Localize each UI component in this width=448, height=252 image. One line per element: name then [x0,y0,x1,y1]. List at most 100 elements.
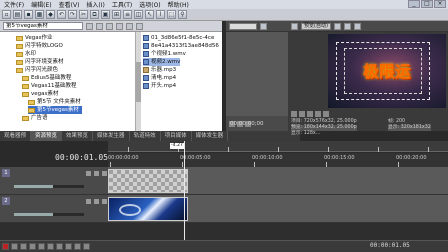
prev-frame-icon[interactable] [291,111,297,117]
pause-icon[interactable] [307,111,313,117]
timeline-ruler[interactable] [108,141,448,152]
tree-item[interactable]: 闪字特效LOGO [16,42,63,50]
start-preview-icon[interactable] [116,22,123,30]
open-icon[interactable]: ▤ [13,10,22,19]
auto-ripple-icon[interactable]: ≡ [123,10,132,19]
render-icon[interactable]: ◆ [46,10,55,19]
copy-snapshot-icon[interactable] [343,22,351,30]
save-snapshot-icon[interactable] [353,22,361,30]
play-icon[interactable] [29,243,36,250]
undo-icon[interactable]: ↶ [57,10,66,19]
track-header-2[interactable]: 2 [0,195,108,223]
minimize-button[interactable]: _ [408,0,420,8]
next-frame-icon[interactable] [83,243,90,250]
explorer-path-field[interactable]: 第5节vegas素材 [3,22,83,30]
menu-tools[interactable]: 工具(T) [112,0,132,9]
cut-icon[interactable]: ✂ [79,10,88,19]
tree-item[interactable]: 广告语 [22,114,48,122]
file-item[interactable]: 开头.mp4 [143,82,176,90]
close-button[interactable]: × [434,0,446,8]
tab-transitions[interactable]: 效果预览 [62,131,94,141]
tab-track-fx[interactable]: 轨道特效 [130,131,161,141]
next-frame-icon[interactable] [323,111,329,117]
trimmer-dropdown[interactable] [229,22,257,30]
mute-icon[interactable] [86,199,91,204]
go-to-start-icon[interactable] [56,243,63,250]
zoom-edit-icon[interactable]: ⚲ [178,10,187,19]
file-item[interactable]: 清电.mp4 [143,74,176,82]
views-icon[interactable] [136,22,143,30]
tree-item[interactable]: 闪字环境变素材 [16,58,64,66]
prev-frame-icon[interactable] [74,243,81,250]
maximize-button[interactable]: □ [421,0,433,8]
pause-icon[interactable] [38,243,45,250]
preview-settings-icon[interactable] [291,22,298,30]
file-item[interactable]: 个视频1.wmv [143,50,186,58]
tab-explorer[interactable]: 资源预览 [31,131,63,141]
redo-icon[interactable]: ↷ [68,10,77,19]
loop-icon[interactable] [11,243,18,250]
stop-icon[interactable] [47,243,54,250]
tab-trimmer[interactable]: 观看器预 [0,131,32,141]
add-to-project-icon[interactable] [106,22,113,30]
track-2[interactable] [108,195,448,223]
menu-file[interactable]: 文件(F) [4,0,24,9]
track-1[interactable] [108,167,448,195]
copy-icon[interactable]: ⧉ [90,10,99,19]
file-item[interactable]: 乐器.mp3 [143,66,176,74]
properties-icon[interactable]: ▦ [35,10,44,19]
tree-item[interactable]: Vegas11基础教程 [22,82,76,90]
track-header-1[interactable]: 1 [0,167,108,195]
track-fx-icon[interactable] [102,171,107,176]
paste-icon[interactable]: ▣ [101,10,110,19]
track-fx-icon[interactable] [102,199,107,204]
playhead-cursor[interactable] [184,141,185,241]
video-clip-background[interactable] [108,197,188,221]
tree-item[interactable]: Edius5基础教程 [22,74,71,82]
tab-media-generators[interactable]: 媒体发生器 [192,131,229,141]
file-item[interactable]: 01_3d86e5f1-8e5c-4ce [143,34,214,42]
tree-item[interactable]: vegas素材 [22,90,58,98]
normal-edit-icon[interactable]: ↖ [145,10,154,19]
up-folder-icon[interactable] [86,22,93,30]
menu-help[interactable]: 帮助(H) [168,0,189,9]
solo-icon[interactable] [94,199,99,204]
file-item[interactable]: 8e41a4313f13ae848d56 [143,42,219,50]
track-level-slider[interactable] [14,185,84,188]
lock-envelope-icon[interactable]: ◫ [134,10,143,19]
tab-project-media[interactable]: 项目媒体 [161,131,192,141]
time-ruler[interactable]: 00:00:00:00 00:00:05:00 00:00:10:00 00:0… [108,153,448,167]
menu-edit[interactable]: 编辑(E) [31,0,51,9]
stop-icon[interactable] [315,111,321,117]
menu-options[interactable]: 选项(O) [139,0,160,9]
tree-item[interactable]: 水印 [16,50,36,58]
snap-icon[interactable]: ⊞ [112,10,121,19]
play-from-start-icon[interactable] [20,243,27,250]
solo-icon[interactable] [94,171,99,176]
menu-view[interactable]: 查看(V) [59,0,80,9]
refresh-icon[interactable] [96,22,103,30]
mute-icon[interactable] [86,171,91,176]
marker-flag[interactable]: -4.27 [170,143,184,149]
menu-insert[interactable]: 插入(I) [86,0,104,9]
tree-item[interactable]: 闪字闪光颜色 [16,66,58,74]
trimmer-option-icon[interactable] [260,22,267,30]
new-project-icon[interactable]: ▫ [2,10,11,19]
go-to-end-icon[interactable] [65,243,72,250]
tab-video-fx[interactable]: 媒体发生器 [93,131,130,141]
video-clip-overlay[interactable] [108,169,188,193]
timeline-empty-area[interactable] [0,223,448,240]
file-item-selected[interactable]: 视频2.wmv [143,58,181,66]
selection-edit-icon[interactable]: ⬚ [167,10,176,19]
tree-item[interactable]: 第5节 文件夹素材 [28,98,81,106]
preview-quality-dropdown[interactable]: 预览(自动) [301,22,331,30]
tree-item[interactable]: Vegas作业 [16,34,52,42]
stop-preview-icon[interactable] [126,22,133,30]
envelope-edit-icon[interactable]: ⌇ [156,10,165,19]
play-icon[interactable] [299,111,305,117]
save-icon[interactable]: ▪ [24,10,33,19]
track-level-slider[interactable] [14,213,84,216]
record-icon[interactable] [2,243,9,250]
overlay-icon[interactable] [333,22,341,30]
tree-item-selected[interactable]: 第5节vegas素材 [28,106,82,114]
